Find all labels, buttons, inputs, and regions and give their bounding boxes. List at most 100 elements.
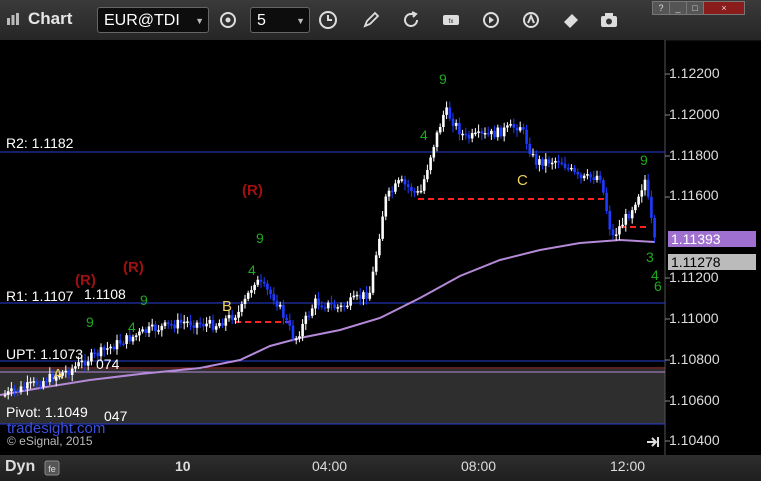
candle-body (573, 167, 576, 173)
seq-count-label: 9 (140, 292, 148, 308)
clock-icon[interactable] (315, 8, 341, 32)
candle-body (70, 368, 74, 375)
candle-body (614, 234, 618, 236)
candle-body (102, 347, 106, 350)
candle-body (586, 174, 589, 176)
chart-toolbar: Chart EUR@TDI ▼ 5 ▼ fx ? _ □ × (0, 0, 761, 41)
candle-body (394, 183, 397, 192)
candle-body (291, 325, 295, 339)
candle-body (16, 390, 20, 393)
candle-body (157, 330, 160, 332)
candle-body (333, 304, 336, 308)
candle-body (534, 153, 538, 165)
pivot-label: Pivot: 1.1049 (6, 404, 88, 420)
link-icon[interactable]: fe (44, 460, 60, 476)
candle-body (170, 323, 173, 326)
candle-body (29, 381, 32, 384)
upt-overlap-label: 074 (96, 356, 120, 372)
candle-body (483, 133, 487, 135)
candle-body (166, 322, 170, 324)
scroll-to-end-icon[interactable] (645, 435, 661, 449)
interval-value: 5 (257, 12, 266, 29)
candle-body (35, 381, 39, 385)
candle-body (512, 124, 516, 128)
candle-body (448, 107, 452, 119)
candle-body (358, 294, 362, 299)
candle-body (413, 191, 416, 193)
r1-label: R1: 1.1107 (6, 288, 74, 304)
candle-body (474, 132, 477, 135)
play-icon[interactable] (478, 8, 504, 32)
candle-body (592, 177, 596, 180)
candle-body (83, 360, 87, 366)
candle-body (160, 325, 164, 331)
camera-icon[interactable] (596, 8, 622, 32)
candle-body (438, 127, 442, 133)
candle-body (19, 386, 23, 392)
symbol-value: EUR@TDI (104, 12, 180, 29)
candle-body (182, 321, 186, 324)
candle-body (144, 329, 148, 333)
candle-body (227, 315, 231, 319)
candle-body (176, 319, 180, 329)
candle-body (477, 131, 480, 133)
candle-body (224, 318, 228, 326)
candle-body (499, 127, 503, 137)
upt-label: UPT: 1.1073 (6, 346, 84, 362)
candle-body (634, 204, 637, 211)
ma-price-marker: 1.11278 (668, 254, 756, 270)
candle-body (330, 302, 333, 305)
candle-body (304, 315, 308, 324)
candle-body (320, 305, 324, 308)
candle-body (387, 190, 391, 197)
candle-body (234, 317, 237, 321)
help-button[interactable]: ? (652, 1, 670, 15)
pencil-draw-icon[interactable] (358, 8, 384, 32)
r-marker: (R) (242, 182, 263, 199)
candle-body (138, 331, 141, 336)
candle-body (480, 131, 484, 134)
candle-body (445, 107, 448, 115)
chevron-down-icon[interactable]: ▼ (296, 8, 305, 34)
candle-body (86, 361, 90, 366)
price-tick: 1.12000 (669, 106, 720, 122)
candle-body (518, 127, 522, 131)
candle-body (278, 304, 282, 307)
candle-body (621, 224, 624, 227)
seq-count-label: 3 (646, 249, 654, 265)
symbol-input[interactable]: EUR@TDI ▼ (97, 7, 209, 33)
price-chart[interactable]: 9 4 9 4 9 4 9 9 3 4 6 (R) (R) (R) A B C (0, 40, 761, 455)
interval-input[interactable]: 5 ▼ (250, 7, 310, 33)
candle-body (163, 322, 167, 326)
candle-body (256, 279, 260, 285)
candle-body (48, 373, 52, 383)
candle-body (426, 170, 429, 180)
close-button[interactable]: × (703, 1, 745, 15)
candle-body (554, 160, 557, 163)
candle-body (547, 159, 551, 164)
window-title: Chart (28, 9, 73, 28)
candle-body (400, 179, 404, 181)
order-ticket-icon[interactable] (558, 8, 584, 32)
refresh-icon[interactable] (398, 8, 424, 32)
candle-body (237, 311, 240, 318)
candle-body (179, 319, 183, 323)
maximize-button[interactable]: □ (686, 1, 704, 15)
price-tick: 1.12200 (669, 65, 720, 81)
candle-body (64, 370, 68, 373)
candle-body (637, 196, 640, 205)
seq-count-label: 9 (640, 152, 648, 168)
minimize-button[interactable]: _ (669, 1, 687, 15)
candle-body (115, 340, 119, 350)
settings-gear-icon[interactable] (215, 8, 241, 32)
seq-count-label: 4 (248, 262, 256, 278)
candle-body (560, 162, 564, 165)
candle-body (493, 130, 496, 138)
alert-icon[interactable] (518, 8, 544, 32)
indicator-icon[interactable]: fx (438, 8, 464, 32)
candle-body (298, 336, 301, 339)
candle-body (211, 319, 215, 330)
candle-body (10, 388, 13, 392)
chevron-down-icon[interactable]: ▼ (195, 8, 204, 34)
candle-body (125, 335, 128, 344)
